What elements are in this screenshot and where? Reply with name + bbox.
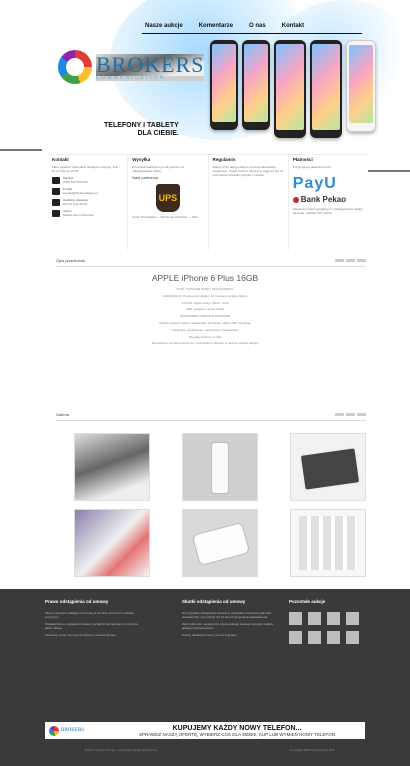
pager-dot[interactable] (346, 413, 355, 416)
footer-withdrawal-column: Prawo odstąpienia od umowy Klient ma pra… (45, 599, 138, 637)
auction-thumbnails (289, 611, 364, 644)
gallery-photo[interactable] (182, 433, 258, 501)
phone-image (242, 40, 270, 130)
divider-left (0, 149, 42, 151)
payu-logo: PayU (292, 175, 337, 193)
auction-thumbnail[interactable] (346, 611, 359, 625)
nav-item-auctions[interactable]: Nasze aukcje (145, 23, 183, 29)
contact-email[interactable]: E-mail kontakt@brokersallegro.pl (52, 187, 123, 195)
shipping-title: Wysyłka (132, 157, 151, 162)
photo-gallery (74, 433, 366, 577)
gallery-photo[interactable] (290, 433, 366, 501)
nav-divider (142, 33, 362, 34)
pager-dot[interactable] (357, 259, 366, 262)
shipping-column: Wysyłka Przesyłka realizujemy w 24 godzi… (128, 155, 209, 250)
product-title: APPLE iPhone 6 Plus 16GB (151, 273, 259, 283)
contact-column: Kontakt Masz pytania? Informacje dostępn… (48, 155, 129, 250)
phone-image (274, 40, 306, 138)
contact-phone: Telefon (048) 570 655 522 (52, 176, 123, 184)
description-section-bar: Opis przedmiotu (56, 258, 366, 267)
banner-brand: BROKERS (61, 728, 85, 733)
promo-banner[interactable]: BROKERS KUPUJEMY KAŻDY NOWY TELEFON... S… (45, 722, 365, 739)
nav-item-comments[interactable]: Komentarze (199, 23, 233, 29)
contact-title: Kontakt (52, 157, 69, 162)
auction-thumbnail[interactable] (327, 611, 340, 625)
gallery-heading: Galeria (56, 412, 69, 417)
footer-effects-column: Skutki odstąpienia od umowy W przypadku … (182, 599, 274, 637)
divider-right (368, 170, 410, 172)
brand-logo[interactable]: BROKERS COMMUNICATION (58, 50, 205, 84)
auction-thumbnail[interactable] (289, 611, 302, 625)
product-description: STAN: TOTALNIE NOWY, ZAFOLIOWANY GWARANC… (151, 287, 259, 346)
phone-image (210, 40, 238, 130)
nav-item-about[interactable]: O nas (249, 23, 266, 29)
banner-headline: KUPUJEMY KAŻDY NOWY TELEFON... (172, 724, 302, 732)
banner-subline: SPRAWDŹ NASZĄ OFERTĘ, WYBIERZ COŚ DLA SI… (138, 731, 336, 737)
pager-dot[interactable] (357, 413, 366, 416)
top-navigation: Nasze aukcje Komentarze O nas Kontakt (145, 20, 400, 32)
description-heading: Opis przedmiotu (56, 258, 86, 263)
nav-item-contact[interactable]: Kontakt (282, 23, 304, 29)
auction-thumbnail[interactable] (327, 630, 340, 644)
bank-pekao-logo: Bank Pekao (293, 195, 364, 204)
ups-logo: UPS (155, 183, 180, 212)
info-columns: Kontakt Masz pytania? Informacje dostępn… (48, 154, 368, 250)
footer-other-auctions: Pozostałe aukcje (289, 599, 364, 644)
gallery-photo[interactable] (74, 433, 150, 501)
terms-title: Regulamin (212, 157, 236, 162)
auction-thumbnail[interactable] (308, 630, 321, 644)
phone-image (346, 40, 376, 132)
banner-logo-icon (49, 725, 59, 736)
home-icon (52, 209, 60, 217)
mail-icon (52, 187, 60, 195)
pager-dot[interactable] (335, 259, 344, 262)
footer-copyright-left: Brokers Allegro zakupy - wszystkie prawa… (85, 748, 158, 752)
phone-icon (52, 176, 60, 184)
contact-hours: Godziny otwarcia Pon-Pt 9:00-18:00 (52, 198, 123, 206)
pager-dot[interactable] (346, 259, 355, 262)
pager (335, 259, 366, 262)
auction-thumbnail[interactable] (289, 630, 302, 644)
auction-thumbnail[interactable] (308, 611, 321, 625)
auction-thumbnail[interactable] (346, 630, 359, 644)
pager-dot[interactable] (335, 413, 344, 416)
payment-column: Płatności Przyjmujemy płatności przez: P… (292, 157, 364, 216)
pager (335, 413, 366, 416)
brand-name: BROKERS (96, 51, 205, 77)
terms-column: Regulamin Zakup przez aukcję Allegro ozn… (209, 155, 289, 250)
allegro-listing-page: BROKERS COMMUNICATION TELEFONY I TABLETY… (0, 0, 410, 766)
gallery-section-bar: Galeria (56, 412, 366, 421)
phones-image (210, 40, 376, 138)
contact-address: Adres Męska Gan 5 Rzeszów (52, 209, 123, 217)
logo-mark-icon (58, 50, 92, 84)
clock-icon (52, 198, 60, 206)
phone-image (310, 40, 342, 138)
footer-copyright-right: Copyright 2015 Designed by FFB (290, 748, 335, 752)
payment-title: Płatności (292, 157, 313, 162)
footer: Prawo odstąpienia od umowy Klient ma pra… (0, 589, 410, 766)
hero-tagline: TELEFONY I TABLETY DLA CIEBIE. (104, 122, 179, 137)
gallery-photo[interactable] (290, 509, 366, 577)
gallery-photo[interactable] (74, 509, 150, 577)
gallery-photo[interactable] (182, 509, 258, 577)
